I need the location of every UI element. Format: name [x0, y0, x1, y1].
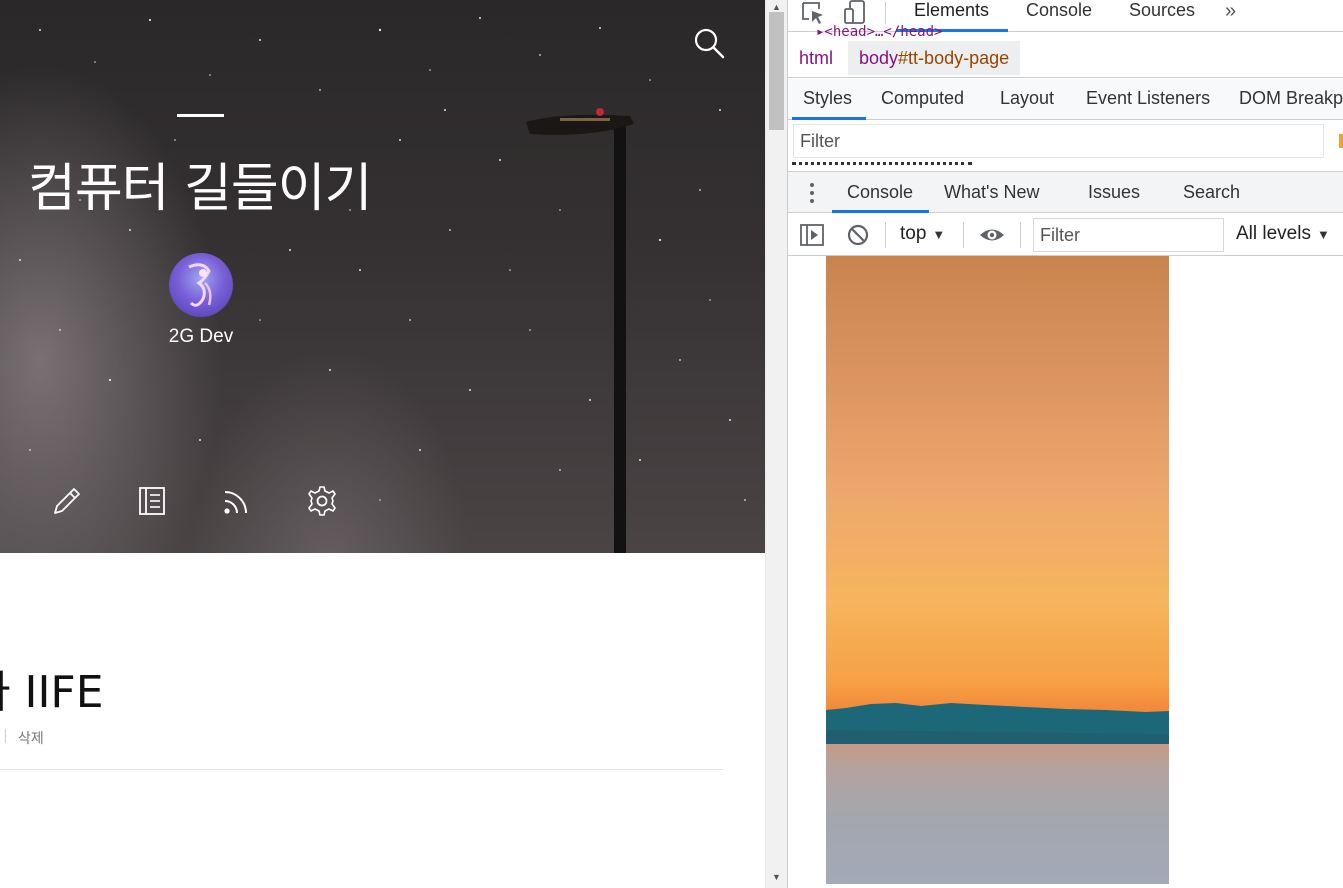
log-levels-selector[interactable]: All levels ▼ [1236, 223, 1330, 245]
styles-tab-indicator [792, 117, 866, 120]
scroll-thumb[interactable] [769, 12, 784, 130]
styles-filter-input[interactable] [793, 124, 1324, 158]
drawer-tab-search[interactable]: Search [1183, 182, 1240, 203]
blog-header-hero: 컴퓨터 길들이기 2G Dev [0, 0, 765, 553]
clear-console-icon[interactable] [845, 222, 871, 248]
author-name: 2G Dev [168, 326, 234, 347]
console-output [788, 256, 1343, 888]
pencil-icon[interactable] [50, 484, 84, 518]
scroll-up-arrow-icon[interactable]: ▲ [772, 2, 781, 12]
tab-event-listeners[interactable]: Event Listeners [1086, 88, 1210, 109]
rss-icon[interactable] [220, 484, 254, 518]
toolbar-separator [885, 2, 886, 24]
breadcrumb-body-tag: body [859, 48, 899, 68]
eye-icon[interactable] [979, 222, 1005, 248]
context-selector-value: top [900, 223, 927, 244]
more-tabs-chevron-icon[interactable]: » [1225, 0, 1236, 23]
meta-separator [5, 729, 6, 743]
logged-image-preview [826, 256, 1169, 884]
dropdown-caret-icon: ▼ [932, 227, 946, 242]
context-selector[interactable]: top ▼ [900, 223, 945, 245]
drawer-tab-console[interactable]: Console [847, 182, 913, 203]
page-scrollbar[interactable]: ▲ ▼ [765, 0, 787, 888]
console-toolbar: top ▼ All levels ▼ [788, 214, 1343, 256]
night-sky-background [19, 17, 746, 553]
drawer-tab-issues[interactable]: Issues [1088, 182, 1140, 203]
delete-link[interactable]: 삭제 [18, 728, 44, 748]
mountain-silhouette [826, 703, 1169, 750]
toolbar-separator [885, 222, 886, 248]
gear-icon[interactable] [305, 484, 339, 518]
water-reflection [826, 744, 1169, 884]
blog-title[interactable]: 컴퓨터 길들이기 [28, 146, 372, 221]
avatar[interactable] [169, 253, 233, 317]
notebook-icon[interactable] [135, 484, 169, 518]
breadcrumb-html[interactable]: html [788, 41, 844, 75]
drawer-menu-icon[interactable] [808, 181, 816, 205]
devtools-panel: Elements Console Sources » ▸<head>…</hea… [787, 0, 1343, 888]
toolbar-separator [963, 222, 964, 248]
styles-action-marker [1339, 134, 1343, 148]
post-divider [0, 769, 723, 770]
tab-console[interactable]: Console [1026, 0, 1092, 32]
sidebar-toggle-icon[interactable] [799, 222, 825, 248]
console-drawer-header: Console What's New Issues Search [788, 171, 1343, 213]
tab-sources[interactable]: Sources [1129, 0, 1195, 32]
scroll-down-arrow-icon[interactable]: ▼ [772, 872, 781, 882]
log-levels-value: All levels [1236, 223, 1311, 244]
avatar-image [188, 263, 212, 307]
blog-viewport: 컴퓨터 길들이기 2G Dev IIFE 삭제 [0, 0, 765, 888]
tab-computed[interactable]: Computed [881, 88, 964, 109]
tab-dom-breakpoints[interactable]: DOM Breakpoints [1239, 88, 1343, 109]
breadcrumb-body[interactable]: body#tt-body-page [848, 41, 1021, 75]
title-accent-bar [177, 114, 224, 117]
console-filter-input[interactable] [1033, 218, 1224, 252]
devtools-main-toolbar: Elements Console Sources » ▸<head>…</hea… [788, 0, 1343, 40]
styles-pane-content [792, 162, 972, 168]
post-title: 라 IIFE [0, 667, 104, 718]
dropdown-caret-icon: ▼ [1316, 227, 1330, 242]
toolbar-separator [1020, 222, 1021, 248]
device-toolbar-icon[interactable] [842, 0, 868, 26]
search-icon[interactable] [690, 24, 726, 60]
tab-styles[interactable]: Styles [803, 88, 852, 109]
styles-subtabs: Styles Computed Layout Event Listeners D… [788, 79, 1343, 120]
inspect-element-icon[interactable] [800, 0, 826, 26]
drawer-tab-whats-new[interactable]: What's New [944, 182, 1039, 203]
tab-layout[interactable]: Layout [1000, 88, 1054, 109]
dom-breadcrumb: html body#tt-body-page [788, 38, 1343, 78]
breadcrumb-body-id: #tt-body-page [898, 48, 1010, 68]
drawer-tab-indicator [832, 210, 929, 213]
